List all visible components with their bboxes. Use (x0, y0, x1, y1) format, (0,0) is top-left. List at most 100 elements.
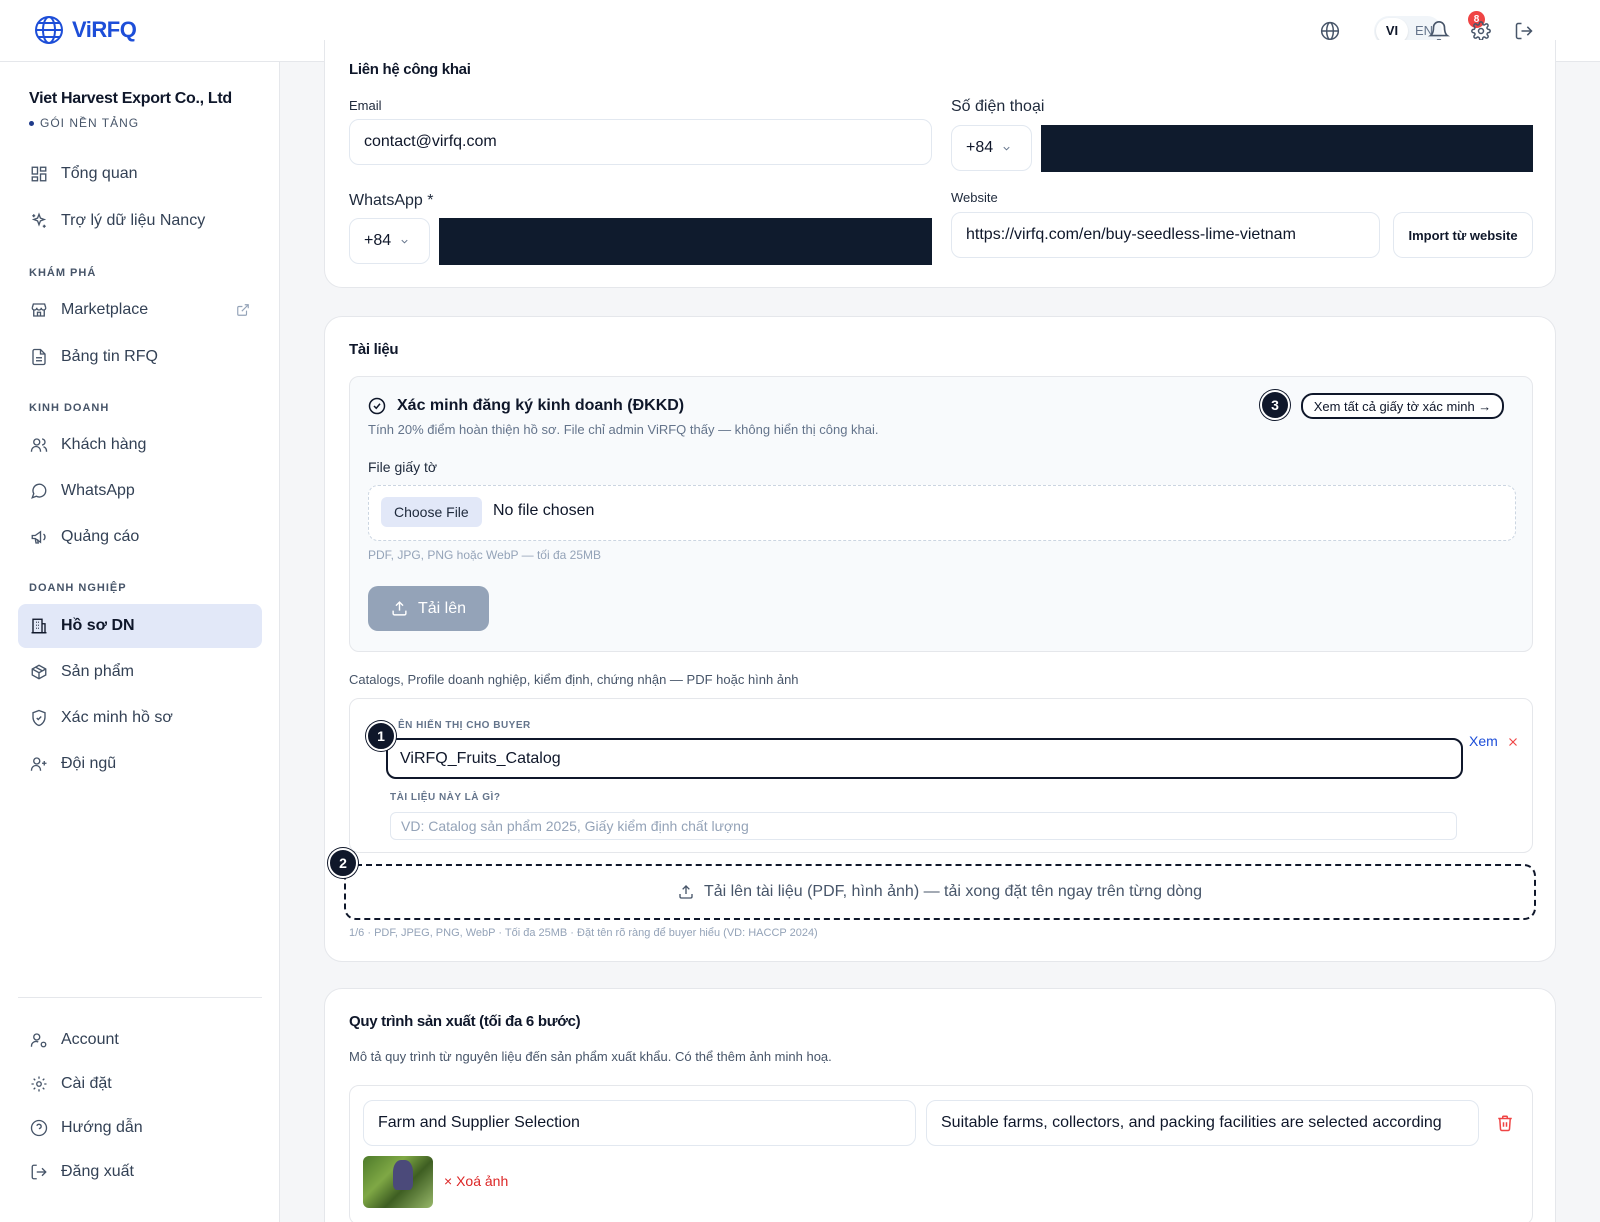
phone-cc-value: +84 (966, 139, 994, 156)
section-business: KINH DOANH (29, 402, 110, 414)
plan-badge: GÓI NỀN TẢNG (29, 116, 139, 130)
process-step-row: Farm and Supplier Selection Suitable far… (349, 1085, 1533, 1222)
sidebar-item-label: Marketplace (61, 301, 149, 318)
check-circle-icon (368, 397, 386, 415)
gear-icon (31, 1076, 47, 1092)
file-input[interactable]: Choose File No file chosen (368, 485, 1516, 541)
sidebar-item-label: Đội ngũ (61, 755, 117, 772)
chevron-down-icon (1003, 146, 1010, 151)
sidebar-item-customers[interactable]: Khách hàng (18, 423, 262, 467)
sidebar-item-whatsapp[interactable]: WhatsApp (18, 469, 262, 513)
documents-card: Tài liệu Xác minh đăng ký kinh doanh (ĐK… (324, 316, 1556, 962)
step-marker-3: 3 (1260, 390, 1290, 420)
document-dropzone[interactable]: Tải lên tài liệu (PDF, hình ảnh) — tải x… (344, 864, 1536, 920)
gear-icon[interactable] (1471, 21, 1491, 41)
sidebar-item-company-profile[interactable]: Hồ sơ DN (18, 604, 262, 648)
see-all-verification-link[interactable]: Xem tất cả giấy tờ xác minh → (1301, 393, 1504, 419)
sidebar-item-verification[interactable]: Xác minh hồ sơ (18, 696, 262, 740)
document-icon (32, 348, 46, 366)
logo-text: ViRFQ (72, 17, 137, 42)
display-name-label: ÊN HIỂN THỊ CHO BUYER (398, 720, 531, 731)
verify-title: Xác minh đăng ký kinh doanh (ĐKKD) (397, 397, 685, 414)
shield-check-icon (32, 709, 46, 727)
sidebar-item-help[interactable]: Hướng dẫn (18, 1106, 262, 1150)
sidebar-item-settings[interactable]: Cài đặt (18, 1062, 262, 1106)
verify-description: Tính 20% điểm hoàn thiện hồ sơ. File chỉ… (368, 422, 879, 437)
users-icon (30, 438, 48, 452)
building-icon (31, 618, 47, 634)
whatsapp-input-redacted[interactable] (439, 218, 932, 265)
view-document-link[interactable]: Xem (1469, 733, 1498, 749)
display-name-input[interactable]: ViRFQ_Fruits_Catalog (386, 738, 1463, 779)
trash-icon[interactable] (1496, 1114, 1514, 1132)
sidebar-item-label: Quảng cáo (61, 528, 140, 545)
choose-file-button[interactable]: Choose File (381, 497, 482, 527)
sidebar-item-ads[interactable]: Quảng cáo (18, 515, 262, 559)
business-verification-box: Xác minh đăng ký kinh doanh (ĐKKD) Tính … (349, 376, 1533, 652)
user-cog-icon (30, 1033, 47, 1048)
sidebar-item-label: Đăng xuất (61, 1163, 134, 1180)
step-title-input[interactable]: Farm and Supplier Selection (363, 1100, 916, 1146)
sidebar-item-label: Hồ sơ DN (61, 617, 135, 634)
sidebar-item-label: Sản phẩm (61, 663, 134, 680)
sidebar-item-account[interactable]: Account (18, 1018, 262, 1062)
step-marker-1: 1 (366, 721, 396, 751)
upload-button[interactable]: Tải lên (368, 586, 489, 631)
upload-icon (679, 885, 693, 899)
whatsapp-cc-value: +84 (364, 232, 392, 249)
documents-title: Tài liệu (349, 341, 399, 358)
documents-footnote: 1/6 · PDF, JPEG, PNG, WebP · Tối đa 25MB… (349, 927, 818, 939)
process-title: Quy trình sản xuất (tối đa 6 bước) (349, 1013, 581, 1030)
external-link-icon (237, 304, 249, 316)
what-label: TÀI LIỆU NÀY LÀ GÌ? (390, 792, 501, 803)
upload-label: Tải lên (417, 599, 467, 617)
sidebar-item-label: Cài đặt (61, 1075, 112, 1092)
file-hint: PDF, JPG, PNG hoặc WebP — tối đa 25MB (368, 548, 601, 562)
sidebar-item-label: Trợ lý dữ liệu Nancy (61, 212, 206, 229)
sidebar-item-label: Bảng tin RFQ (61, 348, 158, 365)
globe-logo-icon (35, 16, 63, 44)
phone-input-redacted[interactable] (1041, 125, 1533, 172)
import-website-button[interactable]: Import từ website (1393, 212, 1533, 258)
sidebar-item-logout[interactable]: Đăng xuất (18, 1150, 262, 1194)
phone-country-code[interactable]: +84 (951, 125, 1032, 171)
sparkles-icon (31, 212, 47, 228)
bell-icon[interactable] (1428, 20, 1450, 42)
phone-label: Số điện thoại (951, 98, 1045, 115)
website-label: Website (951, 190, 998, 205)
company-name: Viet Harvest Export Co., Ltd (29, 90, 232, 107)
step-description-input[interactable]: Suitable farms, collectors, and packing … (926, 1100, 1479, 1146)
store-icon (31, 303, 47, 317)
email-input[interactable]: contact@virfq.com (349, 119, 932, 165)
sidebar-item-team[interactable]: Đội ngũ (18, 742, 262, 786)
whatsapp-country-code[interactable]: +84 (349, 218, 430, 264)
globe-icon[interactable] (1320, 21, 1340, 41)
remove-document-icon[interactable] (1506, 735, 1520, 749)
sidebar-item-label: Xác minh hồ sơ (61, 709, 173, 726)
dropzone-text: Tải lên tài liệu (PDF, hình ảnh) — tải x… (703, 883, 1203, 900)
sidebar-divider (18, 997, 262, 998)
delete-image-link[interactable]: × Xoá ảnh (444, 1173, 508, 1189)
sidebar-item-label: Hướng dẫn (61, 1119, 143, 1136)
upload-icon (392, 601, 407, 616)
section-explore: KHÁM PHÁ (29, 267, 97, 279)
website-input[interactable]: https://virfq.com/en/buy-seedless-lime-v… (951, 212, 1380, 258)
logout-icon[interactable] (1514, 21, 1534, 41)
contact-card: Liên hệ công khai Email contact@virfq.co… (324, 40, 1556, 288)
step-image-thumbnail (363, 1156, 433, 1208)
email-label: Email (349, 98, 382, 113)
sidebar-item-rfq-board[interactable]: Bảng tin RFQ (18, 335, 262, 379)
sidebar-item-overview[interactable]: Tổng quan (18, 152, 262, 196)
megaphone-icon (31, 530, 46, 544)
sidebar-item-marketplace[interactable]: Marketplace (18, 288, 262, 332)
document-row: ÊN HIỂN THỊ CHO BUYER ViRFQ_Fruits_Catal… (349, 698, 1533, 853)
logo[interactable]: ViRFQ (34, 15, 137, 45)
sidebar-item-products[interactable]: Sản phẩm (18, 650, 262, 694)
package-icon (31, 664, 47, 680)
sidebar-item-nancy[interactable]: Trợ lý dữ liệu Nancy (18, 199, 262, 243)
sidebar-item-label: Tổng quan (61, 165, 138, 182)
catalog-description: Catalogs, Profile doanh nghiệp, kiểm địn… (349, 672, 799, 687)
sidebar: Viet Harvest Export Co., Ltd GÓI NỀN TẢN… (0, 62, 280, 1222)
what-input[interactable]: VD: Catalog sản phẩm 2025, Giấy kiểm địn… (390, 812, 1457, 840)
step-marker-2: 2 (328, 848, 358, 878)
